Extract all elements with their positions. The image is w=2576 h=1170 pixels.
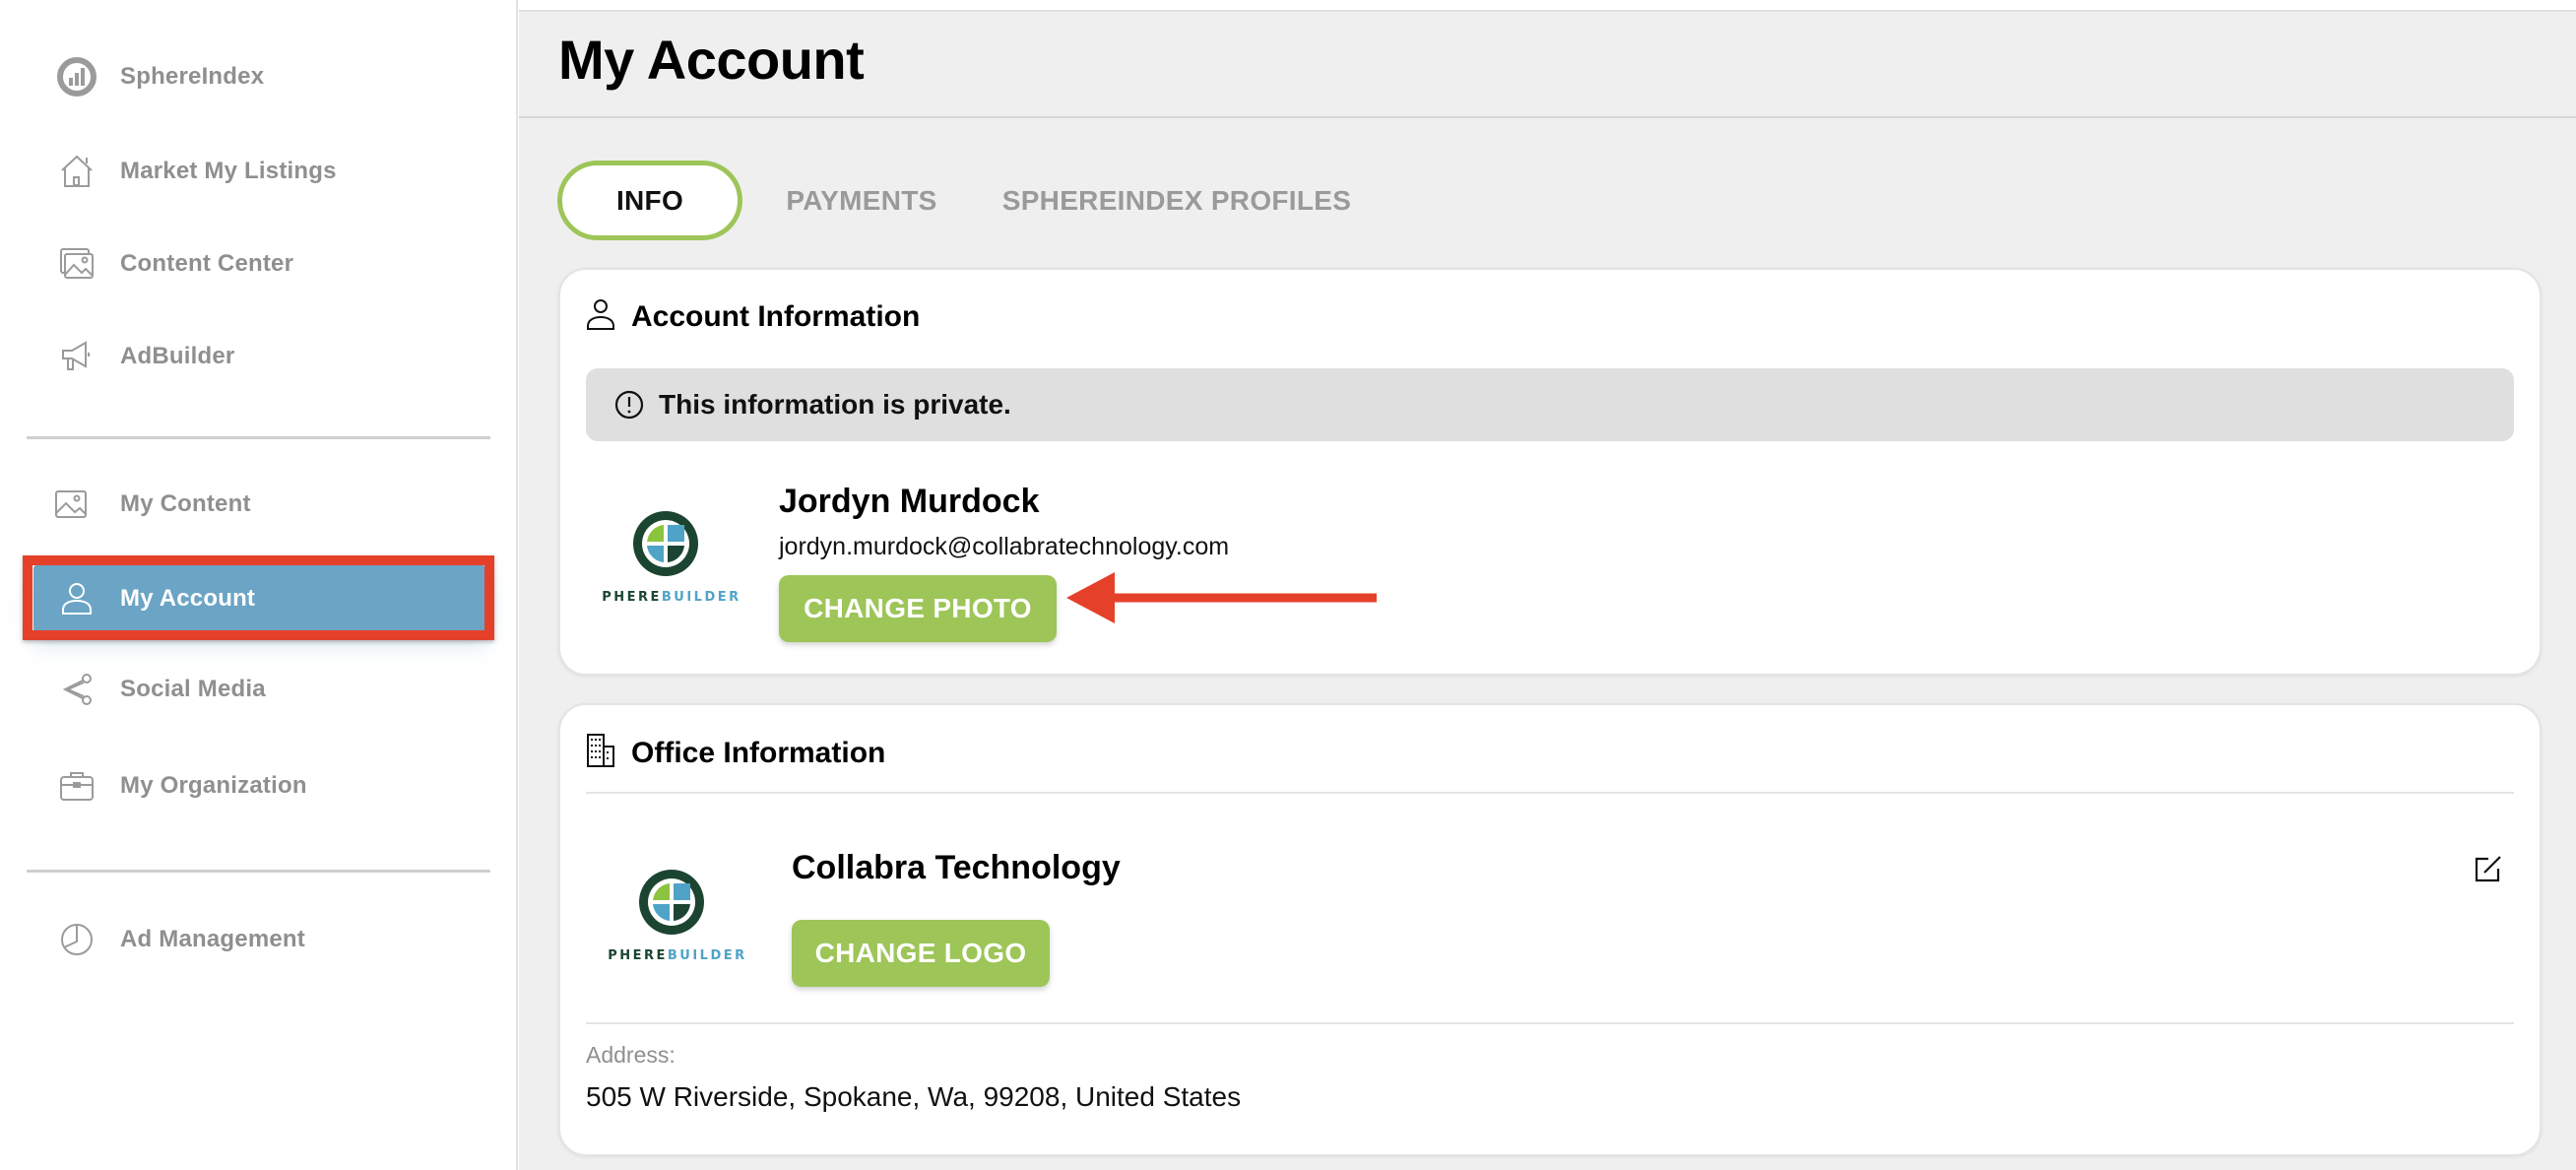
change-logo-button[interactable]: CHANGE LOGO [792,920,1050,987]
sidebar-divider [27,870,490,873]
banner-text: This information is private. [659,389,1011,420]
sidebar: SphereIndex Market My Listings Content C… [0,0,518,1170]
address-label: Address: [586,1042,676,1068]
company-name: Collabra Technology [792,849,1121,886]
card-divider [586,792,2514,794]
svg-text:SPHEREBUILDER: SPHEREBUILDER [606,948,747,963]
sidebar-item-sphereindex[interactable]: SphereIndex [33,43,485,110]
briefcase-icon [57,766,97,806]
sidebar-item-label: My Organization [120,772,307,799]
spherebuilder-logo: SPHEREBUILDER [596,863,753,971]
sidebar-item-label: SphereIndex [120,63,265,90]
card-header: Office Information [586,733,885,773]
sphereindex-logo-icon [57,57,97,97]
card-divider [586,1022,2514,1024]
sidebar-item-label: Content Center [120,250,294,277]
sidebar-item-market-my-listings[interactable]: Market My Listings [33,138,485,205]
change-photo-button[interactable]: CHANGE PHOTO [779,575,1057,642]
pie-chart-icon [57,920,97,959]
office-information-card: Office Information SPHEREBUILDER Collabr… [558,703,2542,1156]
spherebuilder-logo: SPHEREBUILDER [590,504,747,613]
account-information-card: Account Information This information is … [558,268,2542,676]
alert-circle-icon [613,389,645,421]
user-email: jordyn.murdock@collabratechnology.com [779,533,1230,560]
sidebar-item-label: Social Media [120,676,266,702]
image-icon [51,485,91,524]
sidebar-item-ad-management[interactable]: Ad Management [33,906,485,973]
page-title: My Account [558,29,865,91]
tab-info[interactable]: INFO [557,161,742,240]
sidebar-item-label: My Account [120,585,256,612]
user-icon [586,297,615,336]
page-header: My Account [519,12,2576,118]
sidebar-divider [27,436,490,439]
sidebar-item-label: My Content [120,490,251,517]
sidebar-item-my-organization[interactable]: My Organization [33,752,485,819]
address-value: 505 W Riverside, Spokane, Wa, 99208, Uni… [586,1081,1242,1112]
tab-payments[interactable]: PAYMENTS [783,161,940,240]
sidebar-item-my-account[interactable]: My Account [33,565,485,632]
private-info-banner: This information is private. [586,368,2514,441]
megaphone-icon [57,337,97,376]
card-header: Account Information [586,297,920,336]
edit-icon[interactable] [2473,853,2504,889]
sidebar-item-my-content[interactable]: My Content [33,471,485,538]
sidebar-item-label: Market My Listings [120,158,337,184]
building-icon [586,733,615,773]
sidebar-item-label: Ad Management [120,926,305,952]
sidebar-item-adbuilder[interactable]: AdBuilder [33,323,485,390]
sidebar-item-social-media[interactable]: Social Media [33,656,485,723]
card-title: Account Information [631,299,921,333]
svg-text:SPHEREBUILDER: SPHEREBUILDER [600,590,741,605]
house-icon [57,152,97,191]
share-icon [57,670,97,709]
user-icon [57,579,97,618]
gallery-icon [57,244,97,284]
tab-sphereindex-profiles[interactable]: SPHEREINDEX PROFILES [999,161,1354,240]
card-title: Office Information [631,736,886,769]
sidebar-item-label: AdBuilder [120,343,235,369]
main-content: My Account INFO PAYMENTS SPHEREINDEX PRO… [519,10,2576,1170]
user-name: Jordyn Murdock [779,483,1040,520]
sidebar-item-content-center[interactable]: Content Center [33,230,485,297]
